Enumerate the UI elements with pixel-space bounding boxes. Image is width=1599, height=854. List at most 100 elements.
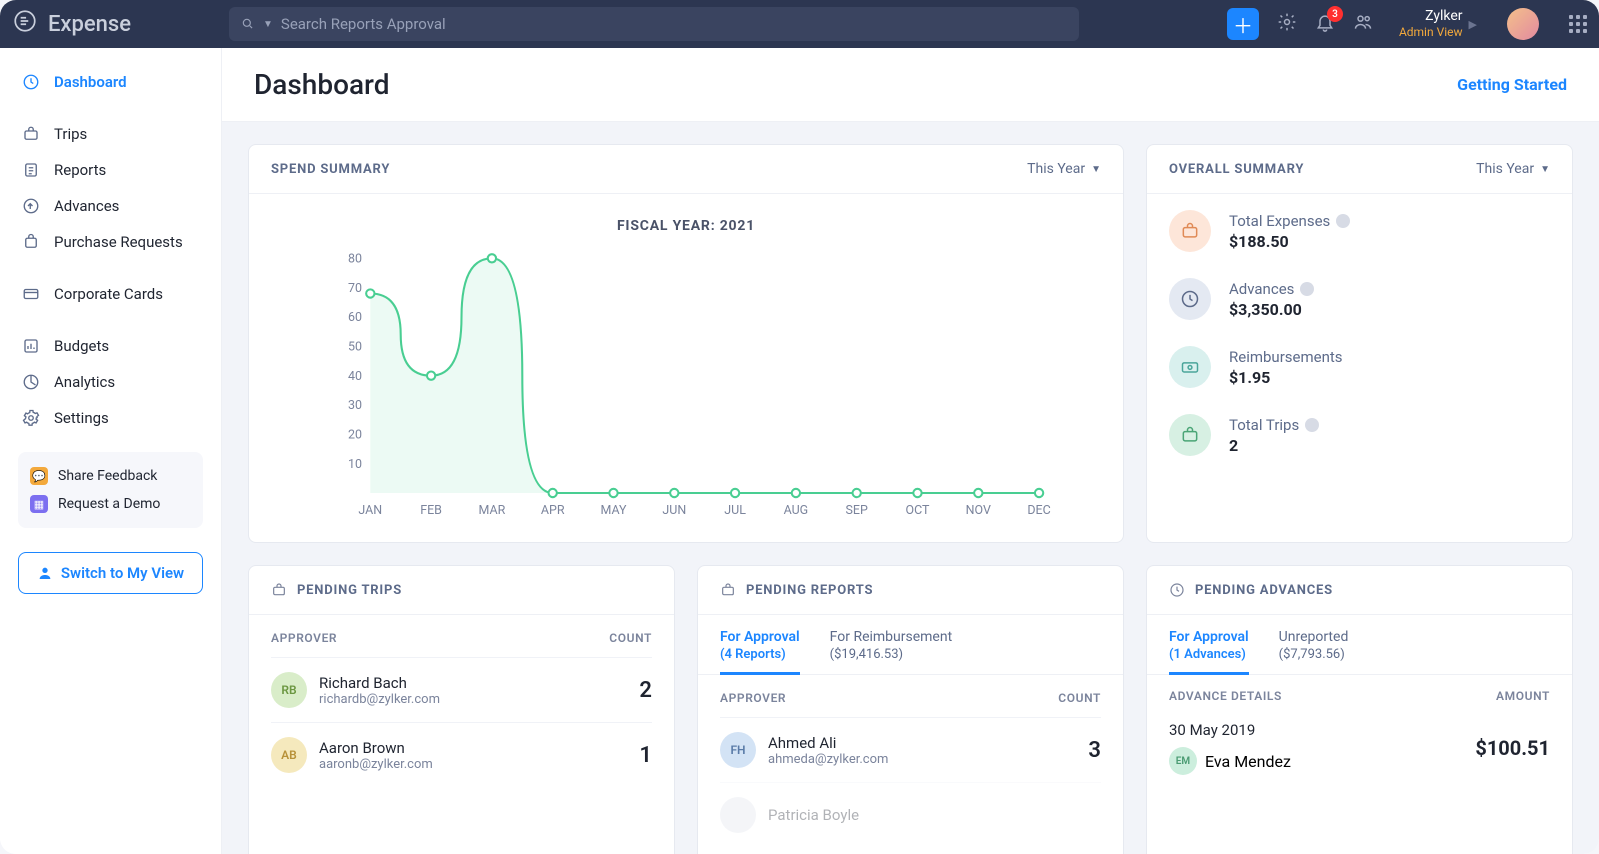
table-row[interactable]: RB Richard Bach richardb@zylker.com 2 bbox=[271, 657, 652, 722]
search-input[interactable] bbox=[281, 15, 1067, 33]
request-demo[interactable]: ▦ Request a Demo bbox=[30, 490, 191, 518]
row-count: 3 bbox=[1088, 738, 1101, 763]
summary-icon bbox=[1169, 414, 1211, 456]
approver-name: Ahmed Ali bbox=[768, 734, 888, 752]
svg-text:DEC: DEC bbox=[1027, 503, 1050, 518]
svg-text:NOV: NOV bbox=[966, 503, 991, 518]
pending-reports-card: PENDING REPORTS For Approval (4 Reports)… bbox=[697, 565, 1124, 854]
table-row[interactable]: AB Aaron Brown aaronb@zylker.com 1 bbox=[271, 722, 652, 787]
search-box[interactable]: ▼ bbox=[229, 7, 1079, 41]
advance-amount: $100.51 bbox=[1475, 736, 1550, 760]
pending-advances-card: PENDING ADVANCES For Approval (1 Advance… bbox=[1146, 565, 1573, 854]
chevron-down-icon: ▼ bbox=[1091, 164, 1101, 175]
user-icon bbox=[37, 565, 53, 581]
nav-trips[interactable]: Trips bbox=[0, 116, 221, 152]
summary-value: $188.50 bbox=[1229, 232, 1350, 251]
approver-name: Richard Bach bbox=[319, 674, 440, 692]
tab-adv-for-approval[interactable]: For Approval (1 Advances) bbox=[1169, 629, 1249, 674]
briefcase-icon bbox=[271, 582, 287, 598]
tab-for-reimbursement[interactable]: For Reimbursement ($19,416.53) bbox=[830, 629, 953, 674]
apps-icon[interactable] bbox=[1569, 15, 1587, 33]
nav-reports[interactable]: Reports bbox=[0, 152, 221, 188]
col-amount: AMOUNT bbox=[1496, 689, 1550, 703]
svg-text:JUL: JUL bbox=[724, 503, 746, 518]
summary-label: Reimbursements bbox=[1229, 348, 1343, 366]
info-icon bbox=[1336, 214, 1350, 228]
summary-icon bbox=[1169, 278, 1211, 320]
col-approver: APPROVER bbox=[271, 631, 337, 645]
summary-value: 2 bbox=[1229, 436, 1319, 455]
col-count: COUNT bbox=[609, 631, 652, 645]
tab-adv-unreported[interactable]: Unreported ($7,793.56) bbox=[1279, 629, 1349, 674]
page-title: Dashboard bbox=[254, 68, 389, 101]
briefcase-icon bbox=[720, 582, 736, 598]
switch-view-button[interactable]: Switch to My View bbox=[18, 552, 203, 594]
svg-text:JUN: JUN bbox=[662, 503, 686, 518]
user-avatar[interactable] bbox=[1507, 8, 1539, 40]
col-advance-details: ADVANCE DETAILS bbox=[1169, 689, 1282, 703]
row-count: 2 bbox=[639, 678, 652, 703]
approver-email: ahmeda@zylker.com bbox=[768, 752, 888, 767]
nav-dashboard[interactable]: Dashboard bbox=[0, 64, 221, 100]
tab-for-approval[interactable]: For Approval (4 Reports) bbox=[720, 629, 800, 674]
svg-text:10: 10 bbox=[348, 457, 362, 472]
svg-text:MAY: MAY bbox=[600, 503, 627, 518]
spend-period-selector[interactable]: This Year ▼ bbox=[1027, 161, 1101, 177]
summary-row: Reimbursements $1.95 bbox=[1169, 346, 1550, 388]
svg-text:OCT: OCT bbox=[906, 503, 930, 518]
svg-text:80: 80 bbox=[348, 251, 362, 266]
svg-text:70: 70 bbox=[348, 281, 362, 296]
pending-reports-title: PENDING REPORTS bbox=[720, 582, 873, 598]
getting-started-link[interactable]: Getting Started bbox=[1457, 75, 1567, 94]
approver-name: Aaron Brown bbox=[319, 739, 433, 757]
settings-icon[interactable] bbox=[1277, 12, 1297, 36]
avatar-initials: FH bbox=[720, 732, 756, 768]
summary-label: Total Trips bbox=[1229, 416, 1319, 434]
svg-text:40: 40 bbox=[348, 369, 362, 384]
col-count: COUNT bbox=[1058, 691, 1101, 705]
pending-trips-title: PENDING TRIPS bbox=[271, 582, 402, 598]
overall-title: OVERALL SUMMARY bbox=[1169, 162, 1304, 177]
feedback-icon: 💬 bbox=[30, 467, 48, 485]
svg-text:60: 60 bbox=[348, 310, 362, 325]
app-name: Expense bbox=[48, 12, 131, 37]
share-feedback[interactable]: 💬 Share Feedback bbox=[30, 462, 191, 490]
row-count: 1 bbox=[639, 743, 652, 768]
spend-chart: 1020304050607080JANFEBMARAPRMAYJUNJULAUG… bbox=[279, 250, 1093, 520]
chart-title: FISCAL YEAR: 2021 bbox=[279, 218, 1093, 234]
main-content: Dashboard Getting Started SPEND SUMMARY … bbox=[222, 48, 1599, 854]
avatar-initials: EM bbox=[1169, 747, 1197, 775]
chevron-down-icon: ▼ bbox=[263, 19, 273, 30]
nav-corporate-cards[interactable]: Corporate Cards bbox=[0, 276, 221, 312]
spend-summary-card: SPEND SUMMARY This Year ▼ FISCAL YEAR: 2… bbox=[248, 144, 1124, 543]
summary-row: Total Trips 2 bbox=[1169, 414, 1550, 456]
notifications-icon[interactable]: 3 bbox=[1315, 12, 1335, 36]
advance-date: 30 May 2019 bbox=[1169, 721, 1291, 739]
summary-row: Advances $3,350.00 bbox=[1169, 278, 1550, 320]
chevron-right-icon: ▶ bbox=[1469, 18, 1477, 31]
pending-trips-card: PENDING TRIPS APPROVER COUNT RB Richard … bbox=[248, 565, 675, 854]
overall-summary-card: OVERALL SUMMARY This Year ▼ Total Expens… bbox=[1146, 144, 1573, 543]
app-logo: Expense bbox=[12, 8, 217, 40]
summary-icon bbox=[1169, 346, 1211, 388]
avatar-initials: AB bbox=[271, 737, 307, 773]
org-switcher[interactable]: Zylker Admin View ▶ bbox=[1399, 8, 1477, 39]
overall-period-selector[interactable]: This Year ▼ bbox=[1476, 161, 1550, 177]
nav-budgets[interactable]: Budgets bbox=[0, 328, 221, 364]
nav-advances[interactable]: Advances bbox=[0, 188, 221, 224]
nav-analytics[interactable]: Analytics bbox=[0, 364, 221, 400]
svg-text:20: 20 bbox=[348, 427, 362, 442]
nav-purchase-requests[interactable]: Purchase Requests bbox=[0, 224, 221, 260]
feedback-box: 💬 Share Feedback ▦ Request a Demo bbox=[18, 452, 203, 528]
svg-text:APR: APR bbox=[541, 503, 565, 518]
add-button[interactable]: ＋ bbox=[1227, 8, 1259, 40]
summary-label: Advances bbox=[1229, 280, 1314, 298]
avatar-initials: RB bbox=[271, 672, 307, 708]
users-icon[interactable] bbox=[1353, 12, 1373, 36]
search-icon bbox=[241, 17, 255, 31]
summary-label: Total Expenses bbox=[1229, 212, 1350, 230]
table-row[interactable]: FH Ahmed Ali ahmeda@zylker.com 3 bbox=[720, 717, 1101, 782]
nav-settings[interactable]: Settings bbox=[0, 400, 221, 436]
info-icon bbox=[1300, 282, 1314, 296]
summary-value: $3,350.00 bbox=[1229, 300, 1314, 319]
